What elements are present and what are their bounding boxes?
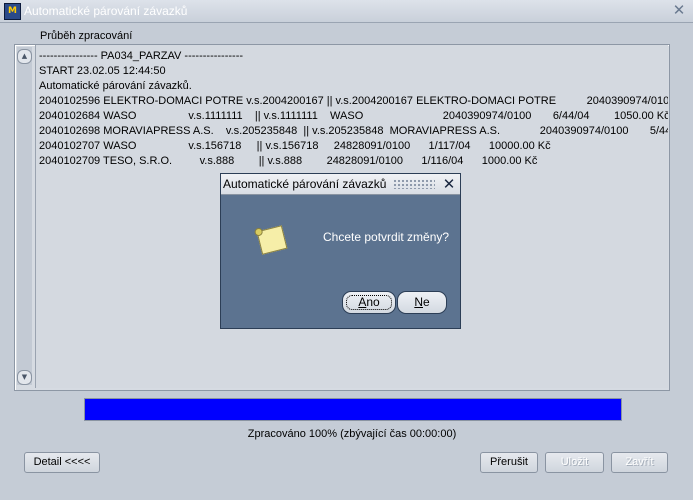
- progress-fill: [85, 399, 621, 420]
- dialog-drag-grip-icon[interactable]: [393, 179, 435, 189]
- log-line: ---------------- PA034_PARZAV ----------…: [39, 50, 244, 62]
- note-icon: [256, 225, 288, 255]
- no-button[interactable]: Ne: [397, 291, 447, 314]
- window-titlebar: M Automatické párování závazků ✕: [0, 0, 693, 23]
- close-button[interactable]: Zavřít: [611, 452, 668, 473]
- yes-button[interactable]: Ano: [342, 291, 396, 314]
- confirm-dialog: Automatické párování závazků ✕ Chcete po…: [220, 173, 461, 329]
- log-line: Automatické párování závazků.: [39, 80, 192, 92]
- no-mnemonic: N: [414, 295, 423, 309]
- log-line: 2040102596 ELEKTRO-DOMACI POTRE v.s.2004…: [39, 95, 668, 107]
- interrupt-button[interactable]: Přerušit: [480, 452, 538, 473]
- log-line: START 23.02.05 12:44:50: [39, 65, 166, 77]
- group-label: Průběh zpracování: [40, 30, 133, 42]
- log-line: 2040102707 WASO v.s.156718 || v.s.156718…: [39, 140, 551, 152]
- scroll-down-icon[interactable]: ▼: [17, 370, 32, 385]
- dialog-title: Automatické párování závazků: [223, 177, 387, 191]
- yes-label-rest: no: [366, 295, 380, 309]
- progress-status: Zpracováno 100% (zbývající čas 00:00:00): [247, 428, 457, 440]
- log-line: 2040102698 MORAVIAPRESS A.S. v.s.2052358…: [39, 125, 668, 137]
- detail-button[interactable]: Detail <<<<: [24, 452, 100, 473]
- no-label-rest: e: [422, 295, 430, 309]
- save-button[interactable]: Uložit: [545, 452, 604, 473]
- dialog-titlebar: Automatické párování závazků ✕: [221, 174, 460, 195]
- log-line: 2040102709 TESO, S.R.O. v.s.888 || v.s.8…: [39, 155, 538, 167]
- app-icon[interactable]: M: [4, 3, 21, 20]
- log-line: 2040102684 WASO v.s.1111111 || v.s.11111…: [39, 110, 668, 122]
- scroll-up-icon[interactable]: ▲: [17, 49, 32, 64]
- progress-bar: [84, 398, 622, 421]
- window-close-icon[interactable]: ✕: [671, 2, 687, 18]
- window-title: Automatické párování závazků: [24, 4, 188, 18]
- scrollbar[interactable]: ▲ ▼: [17, 47, 32, 385]
- dialog-message: Chcete potvrdit změny?: [323, 230, 450, 244]
- yes-mnemonic: A: [358, 295, 367, 309]
- dialog-close-icon[interactable]: ✕: [441, 175, 457, 193]
